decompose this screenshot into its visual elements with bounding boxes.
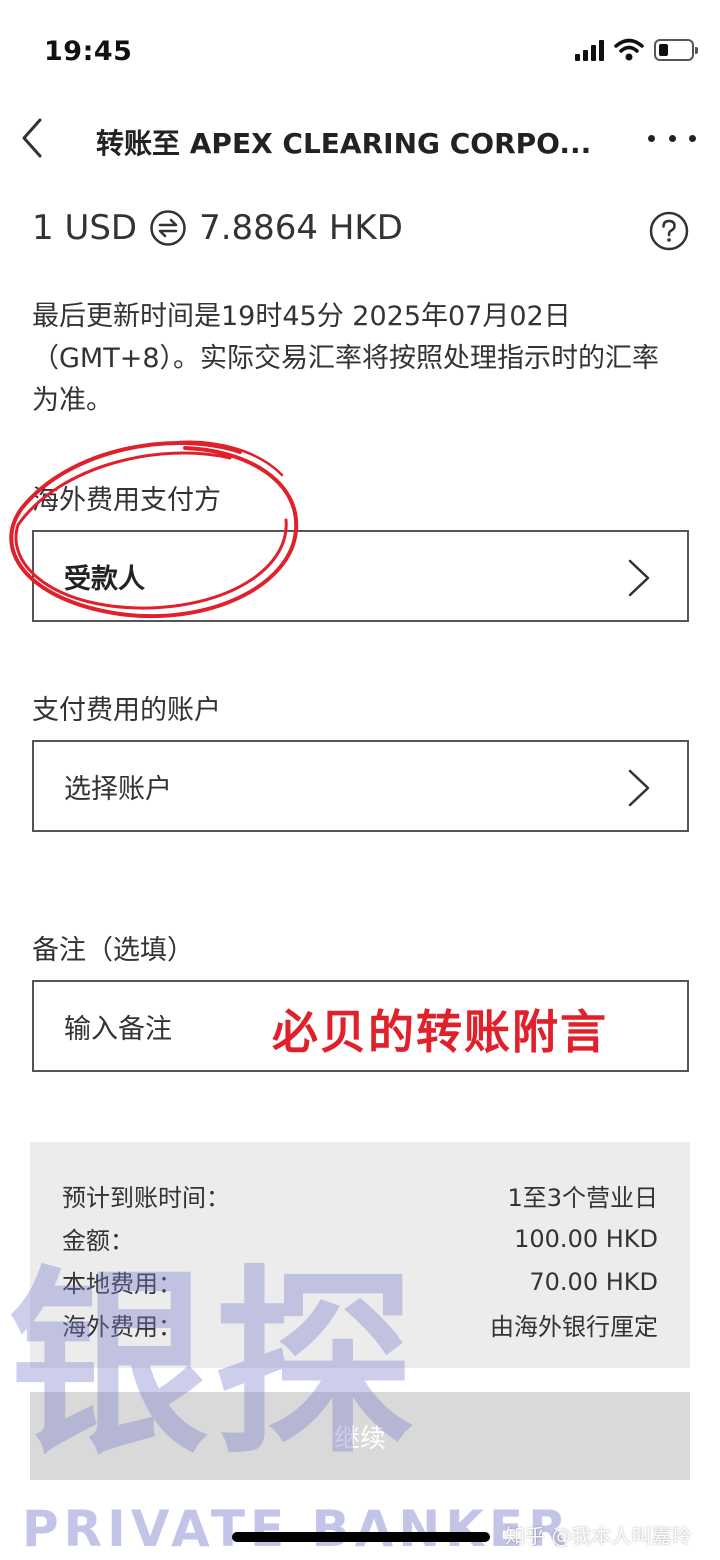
exchange-rate: 1 USD 7.8864 HKD [32, 208, 403, 248]
more-icon[interactable] [648, 126, 696, 150]
rate-from: 1 USD [32, 208, 138, 248]
help-icon[interactable] [648, 210, 690, 252]
home-indicator[interactable] [232, 1532, 490, 1542]
transfer-summary: 预计到账时间： 1至3个营业日 金额： 100.00 HKD 本地费用： 70.… [30, 1142, 690, 1368]
status-time: 19:45 [44, 36, 133, 67]
remark-placeholder: 输入备注 [64, 1013, 172, 1045]
exchange-icon [150, 210, 186, 246]
fee-account-label: 支付费用的账户 [32, 695, 221, 726]
rate-update-note: 最后更新时间是19时45分 2025年07月02日（GMT+8）。实际交易汇率将… [32, 301, 660, 416]
summary-row: 金额： 100.00 HKD [62, 1224, 658, 1256]
status-icons [575, 38, 698, 62]
remark-label: 备注（选填） [32, 935, 194, 966]
watermark-credit: 知乎 @我本人叫嘉玲 [505, 1524, 692, 1548]
chevron-right-icon [628, 559, 650, 597]
fee-account-select[interactable]: 选择账户 [32, 740, 689, 832]
remark-annotation: 必贝的转账附言 [272, 1005, 608, 1059]
back-chevron-icon[interactable] [14, 116, 54, 160]
summary-row: 海外费用： 由海外银行厘定 [62, 1313, 658, 1341]
fee-account-placeholder: 选择账户 [64, 773, 172, 805]
page-title: 转账至 APEX CLEARING CORPO... [96, 127, 592, 160]
rate-to: 7.8864 HKD [199, 208, 403, 248]
fee-payer-select[interactable]: 受款人 [32, 530, 689, 622]
summary-row: 预计到账时间： 1至3个营业日 [62, 1184, 658, 1212]
wifi-icon [614, 38, 644, 61]
continue-button[interactable]: 继续 [30, 1392, 690, 1480]
watermark-subtitle: PRIVATE BANKER [22, 1500, 572, 1558]
chevron-right-icon [628, 769, 650, 807]
fee-payer-value: 受款人 [64, 563, 145, 595]
signal-icon [575, 39, 604, 61]
summary-row: 本地费用： 70.00 HKD [62, 1267, 658, 1299]
battery-icon [654, 39, 698, 61]
fee-payer-label: 海外费用支付方 [32, 485, 221, 516]
